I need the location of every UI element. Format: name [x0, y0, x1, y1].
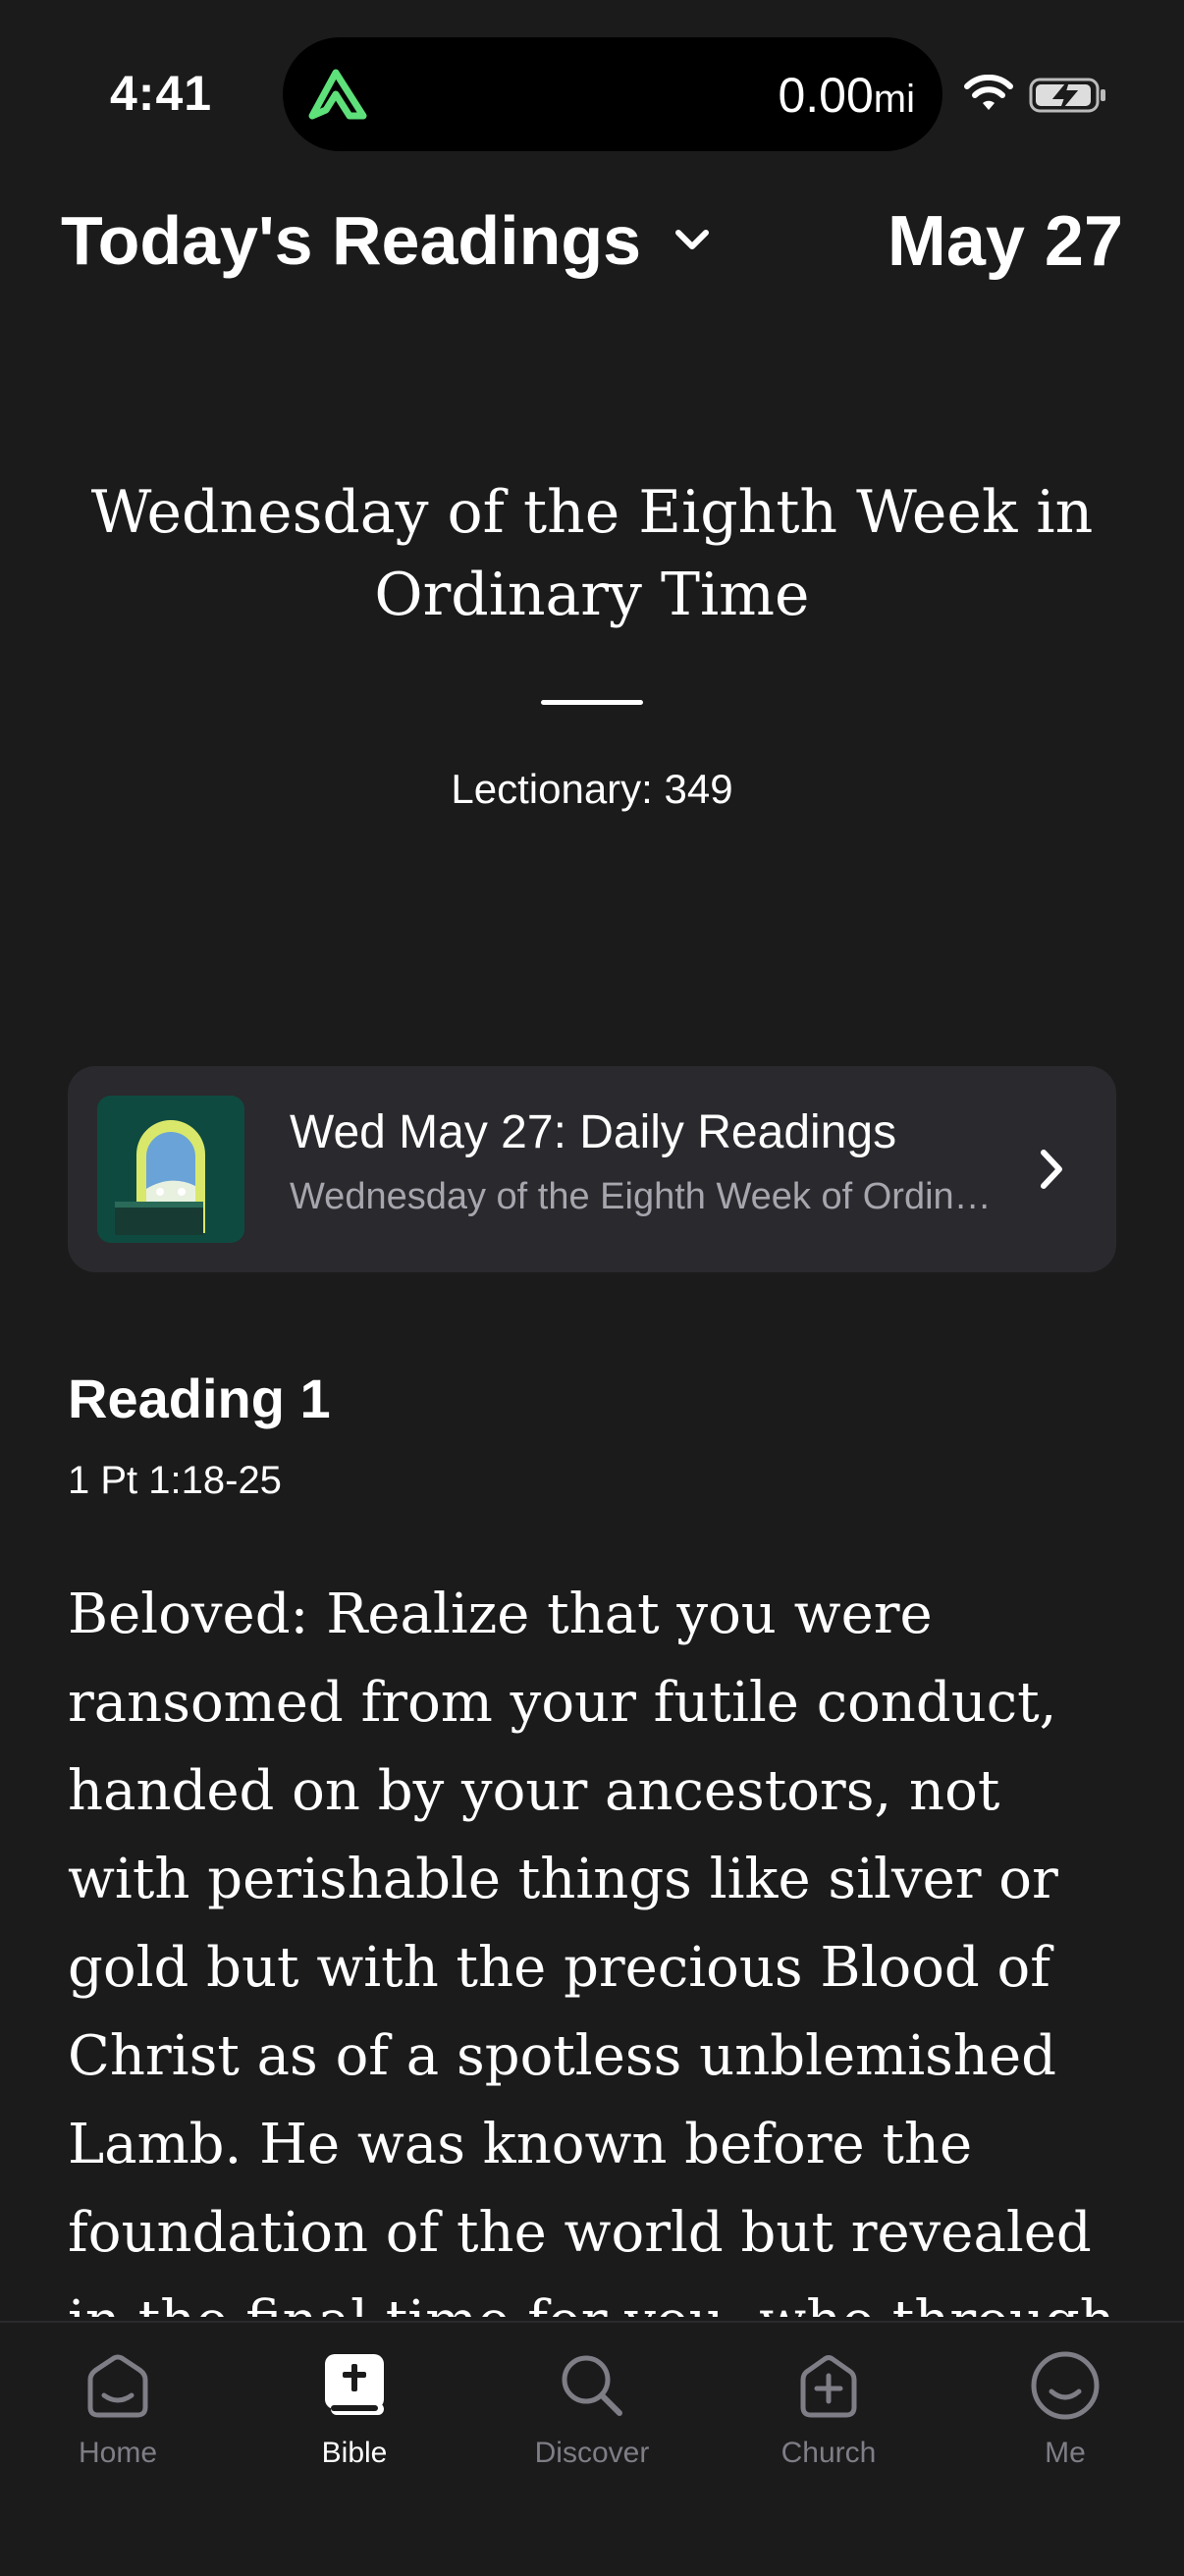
profile-icon	[1031, 2351, 1100, 2420]
bottom-tab-bar: Home Bible Discover Church Me	[0, 2321, 1184, 2576]
tab-me[interactable]: Me	[987, 2346, 1144, 2470]
card-title: Wed May 27: Daily Readings	[290, 1106, 897, 1158]
tab-home-label: Home	[78, 2437, 158, 2469]
dynamic-island[interactable]: 0.00mi	[283, 37, 942, 151]
daily-readings-card[interactable]: Wed May 27: Daily Readings Wednesday of …	[68, 1066, 1116, 1272]
tab-bible[interactable]: Bible	[276, 2346, 433, 2470]
tab-discover-label: Discover	[534, 2437, 650, 2469]
lectionary-number: Lectionary: 349	[451, 766, 733, 812]
tab-home[interactable]: Home	[39, 2346, 196, 2470]
card-subtitle: Wednesday of the Eighth Week of Ordinary…	[290, 1176, 996, 1217]
liturgical-day-title: Wednesday of the Eighth Week in Ordinary…	[90, 478, 1094, 629]
tab-church-label: Church	[780, 2437, 877, 2469]
distance-readout: 0.00mi	[778, 67, 915, 124]
tab-discover[interactable]: Discover	[513, 2346, 671, 2470]
tab-bible-label: Bible	[321, 2437, 388, 2469]
chevron-down-icon	[675, 230, 710, 249]
search-icon	[562, 2355, 622, 2416]
church-icon	[800, 2355, 857, 2418]
date-label[interactable]: May 27	[888, 201, 1123, 282]
battery-charging-icon	[1029, 78, 1105, 113]
status-time: 4:41	[110, 66, 213, 121]
reading-text: Beloved: Realize that you were ransomed …	[68, 1583, 1115, 2317]
page-title: Today's Readings	[61, 202, 642, 279]
wifi-icon	[964, 75, 1013, 110]
home-icon	[87, 2354, 148, 2418]
reading-reference[interactable]: 1 Pt 1:18-25	[68, 1459, 282, 1503]
reading-heading: Reading 1	[68, 1368, 331, 1429]
readings-artwork	[97, 1096, 244, 1243]
readings-selector[interactable]: Today's Readings	[61, 201, 718, 280]
tab-me-label: Me	[1045, 2437, 1086, 2469]
distance-value: 0.00	[778, 68, 874, 123]
tab-church[interactable]: Church	[750, 2346, 907, 2470]
bible-icon	[325, 2354, 384, 2415]
distance-unit: mi	[873, 78, 915, 121]
status-bar: 4:41 0.00mi	[0, 0, 1184, 187]
chevron-right-icon	[1041, 1150, 1062, 1189]
app-logo-icon	[308, 69, 367, 120]
title-divider	[541, 700, 643, 705]
